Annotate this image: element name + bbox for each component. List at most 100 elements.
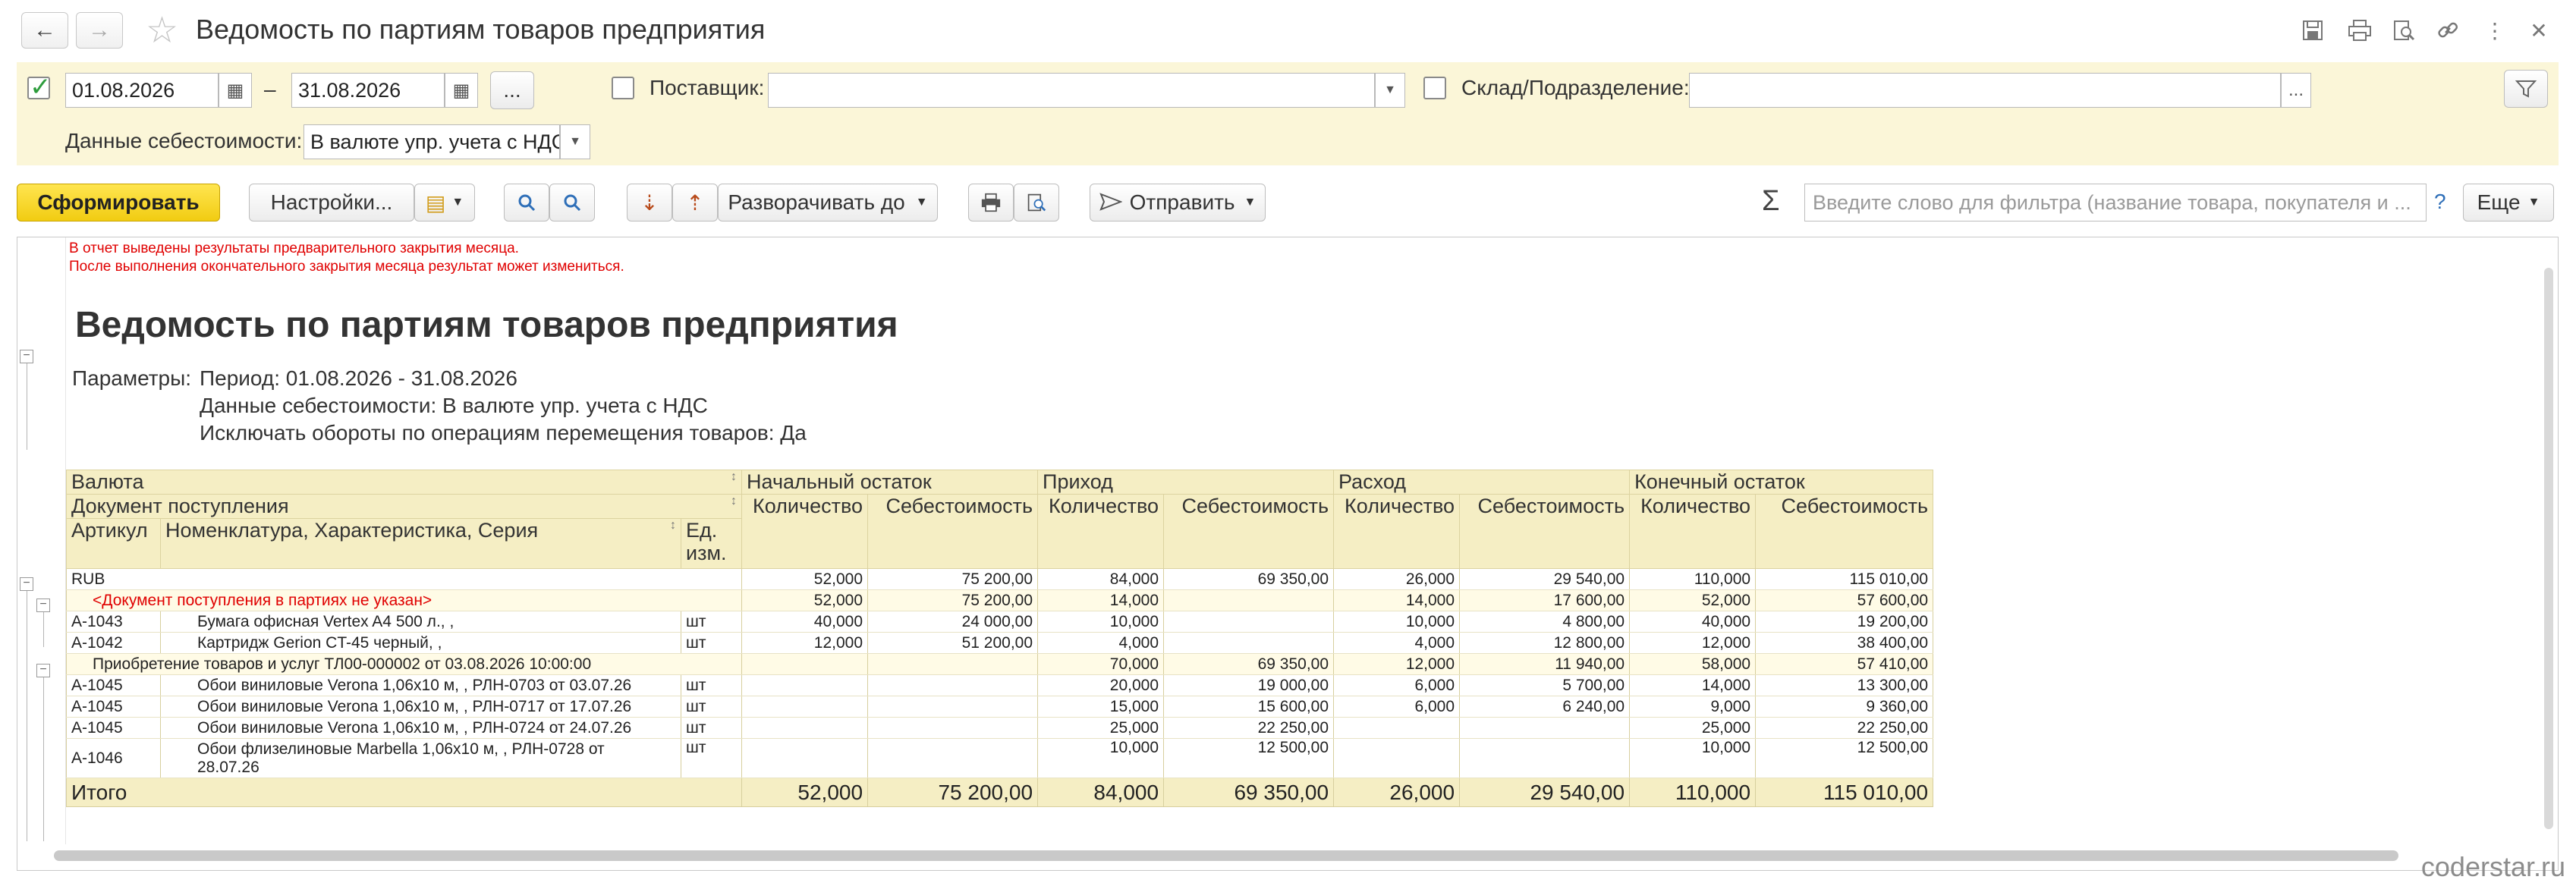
collapse-all-button[interactable]: ⇡ [672, 184, 718, 222]
print-icon[interactable] [2345, 15, 2375, 46]
nomenclature-text: Обои виниловые Verona 1,06х10 м, , РЛН-0… [197, 676, 632, 694]
cell-cost [1163, 589, 1335, 611]
table-row[interactable]: RUB 52,000 75 200,00 84,000 69 350,00 26,000 2… [65, 568, 1934, 590]
cell-qty: 10,000 [1037, 611, 1165, 633]
warehouse-choose-button[interactable]: ... [2281, 73, 2311, 108]
period-checkbox[interactable] [27, 72, 52, 102]
expand-to-button[interactable]: Разворачивать до ▼ [718, 184, 938, 222]
table-row[interactable]: А-1042 Картридж Gerion CT-45 черный, , шт 1… [66, 632, 1934, 654]
generate-button[interactable]: Сформировать [17, 184, 220, 222]
total-cost: 69 350,00 [1163, 778, 1335, 807]
total-row: Итого 52,000 75 200,00 84,000 69 350,00 26,00… [65, 778, 1934, 807]
collapse-group-icon[interactable]: − [36, 664, 50, 677]
warning-line-1: В отчет выведены результаты предваритель… [69, 240, 519, 256]
nomenclature-text: Обои виниловые Verona 1,06х10 м, , РЛН-0… [197, 697, 632, 715]
supplier-field[interactable] [768, 73, 1375, 108]
chevron-down-icon: ▼ [915, 196, 928, 209]
collapse-group-icon[interactable]: − [36, 599, 50, 612]
send-button[interactable]: Отправить ▼ [1090, 184, 1266, 222]
cell-qty [741, 738, 869, 778]
header-currency: Валюта ↕ [65, 470, 743, 495]
param-period: Период: 01.08.2026 - 31.08.2026 [200, 366, 517, 390]
more-vertical-icon[interactable]: ⋮ [2480, 15, 2510, 46]
print-icon [981, 193, 1001, 212]
table-row[interactable]: А-1046 Обои флизелиновые Marbella 1,06х10… [66, 738, 1934, 778]
find-button[interactable] [504, 184, 549, 222]
collapse-group-icon[interactable]: − [20, 577, 33, 591]
filter-button[interactable] [2504, 70, 2548, 108]
print-preview-button[interactable] [1014, 184, 1059, 222]
cell-article: А-1043 [66, 611, 161, 633]
cell-qty: 12,000 [741, 632, 869, 654]
header-nomenclature: Номенклатура, Характеристика, Серия ↕ [160, 518, 681, 569]
total-qty: 110,000 [1629, 778, 1757, 807]
filter-icon [2515, 80, 2537, 98]
cell-article: А-1042 [66, 632, 161, 654]
nomenclature-text: Бумага офисная Vertex A4 500 л., , [197, 612, 454, 630]
collapse-header-icon[interactable]: − [20, 350, 33, 363]
preview-icon[interactable] [2389, 15, 2419, 46]
table-row[interactable]: А-1043 Бумага офисная Vertex A4 500 л., ,… [66, 611, 1934, 633]
cost-data-field[interactable]: В валюте упр. учета с НДС [304, 124, 560, 159]
cell-cost: 51 200,00 [867, 632, 1039, 654]
horizontal-scrollbar[interactable] [54, 850, 2398, 861]
header-cost: Себестоимость [867, 494, 1039, 569]
arrow-left-icon: ← [33, 17, 56, 42]
cell-qty: 12,000 [1629, 632, 1757, 654]
cell-article: А-1045 [66, 717, 161, 739]
cell-unit: шт [680, 738, 743, 778]
period-choose-button[interactable]: ... [490, 71, 534, 109]
period-from-field[interactable]: 01.08.2026 [65, 73, 219, 108]
cell-cost [1163, 632, 1335, 654]
supplier-label: Поставщик: [650, 76, 765, 99]
calendar-to-button[interactable]: ▦ [445, 73, 478, 108]
forward-button[interactable]: → [76, 12, 123, 49]
total-qty: 52,000 [741, 778, 869, 807]
cell-unit: шт [680, 717, 743, 739]
link-icon[interactable] [2433, 15, 2463, 46]
cell-cost: 4 800,00 [1459, 611, 1631, 633]
find-next-button[interactable] [549, 184, 595, 222]
report-title: Ведомость по партиям товаров предприятия [75, 305, 898, 345]
report-filter-input[interactable]: Введите слово для фильтра (название това… [1804, 184, 2427, 222]
print-button[interactable] [968, 184, 1014, 222]
cell-qty [1333, 738, 1461, 778]
table-row[interactable]: А-1045 Обои виниловые Verona 1,06х10 м, ,… [66, 696, 1934, 718]
warehouse-checkbox[interactable] [1423, 77, 1446, 99]
settings-button[interactable]: Настройки... [249, 184, 414, 222]
header-qty: Количество [1333, 494, 1461, 569]
send-label: Отправить [1129, 190, 1235, 214]
header-article: Артикул [66, 518, 161, 569]
table-row[interactable]: Приобретение товаров и услуг ТЛ00-000002… [65, 653, 1934, 675]
table-row[interactable]: А-1045 Обои виниловые Verona 1,06х10 м, ,… [66, 717, 1934, 739]
cell-cost: 12 500,00 [1163, 738, 1335, 778]
cell-nomenclature: Обои виниловые Verona 1,06х10 м, , РЛН-0… [160, 717, 681, 739]
favorite-star-icon[interactable]: ☆ [146, 9, 178, 52]
back-button[interactable]: ← [21, 12, 68, 49]
supplier-dropdown-button[interactable]: ▼ [1375, 73, 1405, 108]
table-row[interactable]: <Документ поступления в партиях не указа… [65, 589, 1934, 611]
expand-all-button[interactable]: ⇣ [627, 184, 672, 222]
more-button[interactable]: Еще ▼ [2463, 184, 2554, 222]
grouping-gutter: − − − − [17, 237, 66, 844]
vertical-scrollbar[interactable] [2544, 268, 2553, 829]
table-row[interactable]: А-1045 Обои виниловые Verona 1,06х10 м, ,… [66, 674, 1934, 696]
cell-qty: 58,000 [1629, 653, 1757, 675]
chevron-down-icon: ▼ [1244, 196, 1257, 209]
supplier-checkbox[interactable] [612, 77, 634, 99]
close-icon[interactable]: ✕ [2524, 15, 2554, 46]
cell-cost: 17 600,00 [1459, 589, 1631, 611]
save-icon[interactable] [2298, 15, 2328, 46]
cell-cost [867, 738, 1039, 778]
warehouse-field[interactable] [1689, 73, 2281, 108]
calendar-from-button[interactable]: ▦ [219, 73, 252, 108]
period-to-field[interactable]: 31.08.2026 [291, 73, 445, 108]
sum-icon[interactable]: Σ [1762, 185, 1780, 218]
cell-qty [741, 674, 869, 696]
chevron-down-icon: ▼ [451, 196, 464, 209]
help-link[interactable]: ? [2434, 190, 2446, 214]
cost-data-dropdown-button[interactable]: ▼ [560, 124, 590, 159]
cell-qty: 14,000 [1629, 674, 1757, 696]
variants-button[interactable]: ▤ ▼ [414, 184, 475, 222]
total-label: Итого [65, 778, 743, 807]
